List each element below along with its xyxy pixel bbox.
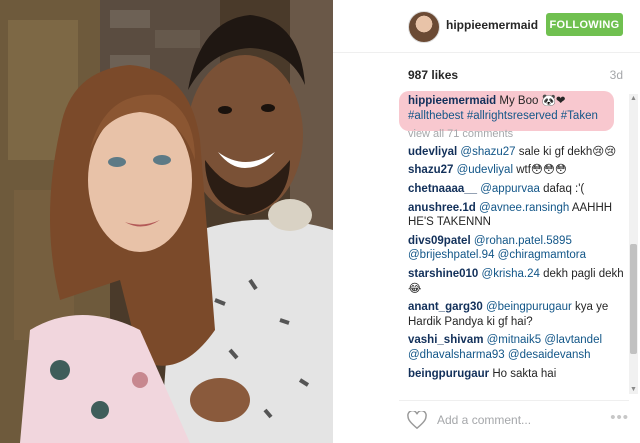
comment-item: anant_garg30 @beingpurugaur kya ye Hardi… [408,300,628,329]
avatar[interactable] [408,11,440,43]
comment-username[interactable]: beingpurugaur [408,368,489,380]
add-comment-input[interactable]: Add a comment... [437,413,531,427]
more-options-icon[interactable]: ••• [610,409,629,426]
comment-username[interactable]: chetnaaaa__ [408,183,477,195]
post-header: hippieemermaid FOLLOWING [333,0,640,53]
post-photo[interactable] [0,0,333,443]
comment-item: beingpurugaur Ho sakta hai [408,367,628,382]
post-caption: hippieemermaid My Boo 🐼❤ #allthebest #al… [408,94,628,123]
comment-username[interactable]: udevliyal [408,146,457,158]
comment-username[interactable]: anushree.1d [408,202,476,214]
post-timestamp: 3d [609,68,623,82]
comment-mention[interactable]: @shazu27 [457,146,515,158]
comment-username[interactable]: vashi_shivam [408,334,483,346]
comment-username[interactable]: anant_garg30 [408,301,483,313]
comment-item: udevliyal @shazu27 sale ki gf dekh😢😢 [408,145,628,160]
post-details-panel: hippieemermaid FOLLOWING 987 likes 3d hi… [333,0,640,443]
comment-username[interactable]: shazu27 [408,164,453,176]
comment-item: starshine010 @krisha.24 dekh pagli dekh😂 [408,267,628,296]
comments-list: hippieemermaid My Boo 🐼❤ #allthebest #al… [408,94,628,385]
scroll-down-arrow-icon[interactable]: ▼ [630,386,637,393]
following-button[interactable]: FOLLOWING [546,13,623,36]
comment-mention[interactable]: @udevliyal [453,164,513,176]
comment-item: anushree.1d @avnee.ransingh AAHHH HE'S T… [408,201,628,230]
comment-item: shazu27 @udevliyal wtf😳😳😳 [408,163,628,178]
comment-text: wtf😳😳😳 [513,164,567,177]
heart-outline-icon[interactable] [407,411,427,429]
caption-text: My Boo 🐼❤ [496,95,566,107]
comment-mention[interactable]: @krisha.24 [478,268,540,280]
comment-text: sale ki gf dekh😢😢 [515,145,617,158]
comment-item: vashi_shivam @mitnaik5 @lavtandel @dhava… [408,333,628,362]
comment-mention[interactable]: @avnee.ransingh [476,202,569,214]
comment-username[interactable]: starshine010 [408,268,478,280]
comments-scrollbar[interactable]: ▲ ▼ [629,94,638,394]
post-footer: Add a comment... ••• [399,400,629,437]
post-author-username[interactable]: hippieemermaid [446,18,538,32]
scrollbar-thumb[interactable] [630,244,637,354]
likes-count[interactable]: 987 likes [408,68,458,82]
comment-item: divs09patel @rohan.patel.5895 @brijeshpa… [408,234,628,263]
comment-mention[interactable]: @appurvaa [477,183,540,195]
comment-username[interactable]: divs09patel [408,235,471,247]
comment-mention[interactable]: @beingpurugaur [483,301,572,313]
caption-username[interactable]: hippieemermaid [408,95,496,107]
view-all-comments-link[interactable]: view all 71 comments [408,127,628,142]
comment-text: dafaq :'( [539,182,585,195]
photo-illustration [0,0,333,443]
scroll-up-arrow-icon[interactable]: ▲ [630,95,637,102]
comment-text: Ho sakta hai [489,367,557,380]
caption-hashtags[interactable]: #allthebest #allrightsreserved #Taken [408,110,598,122]
comment-item: chetnaaaa__ @appurvaa dafaq :'( [408,182,628,197]
